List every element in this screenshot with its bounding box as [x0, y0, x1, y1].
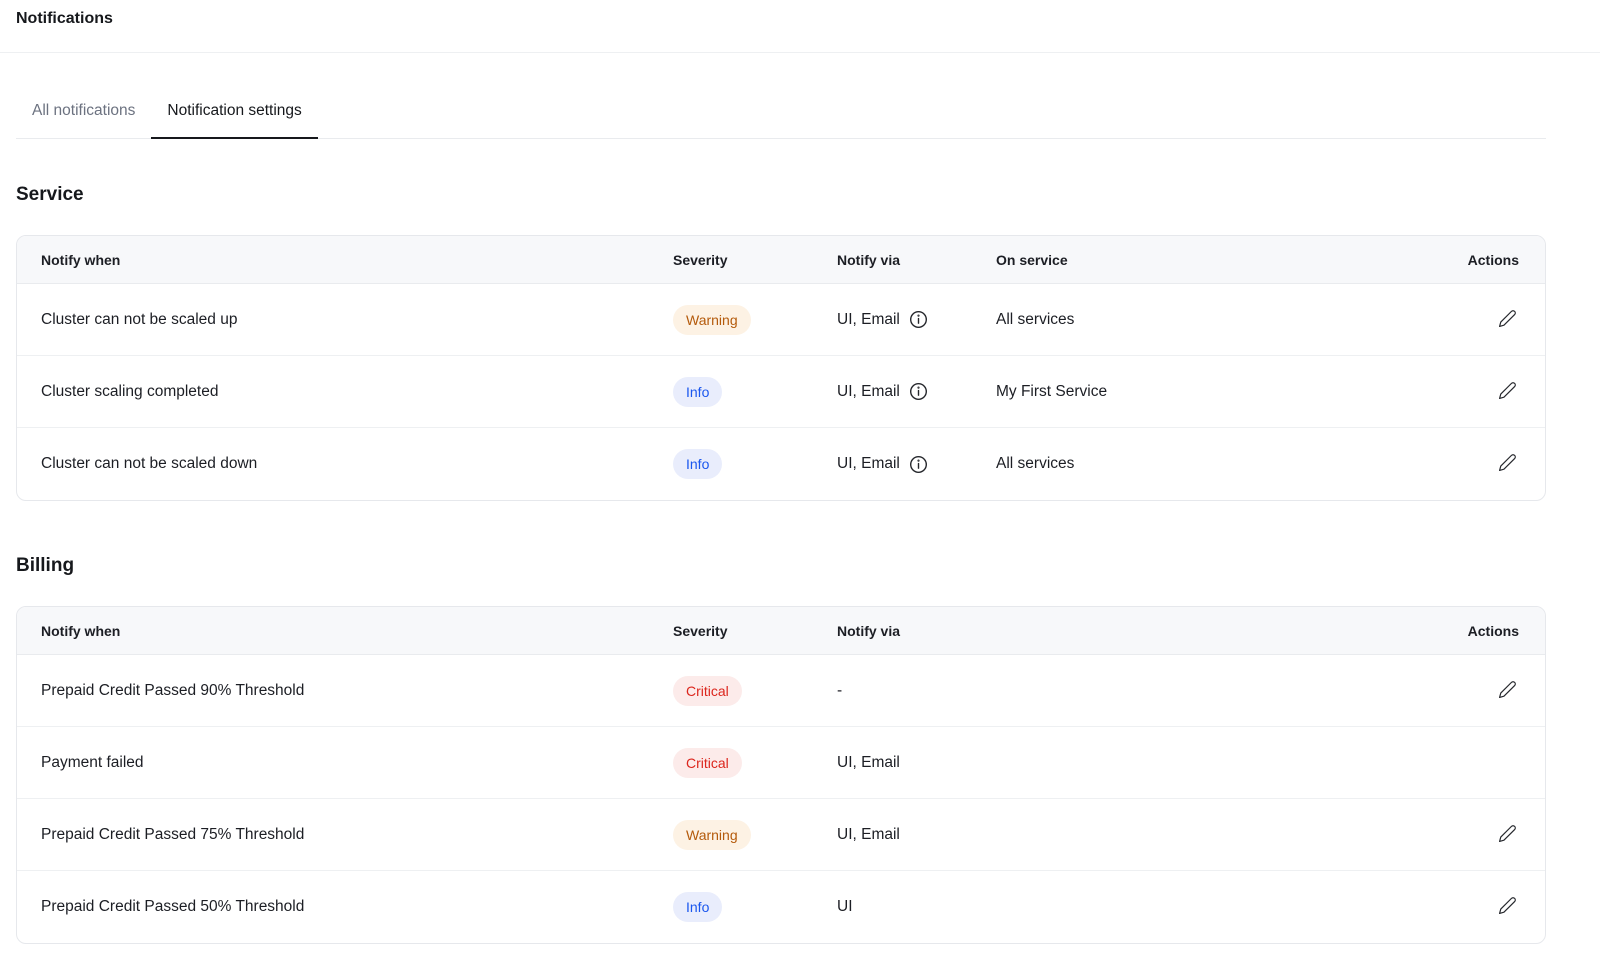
- cell-notify-via: UI, Email: [837, 382, 996, 401]
- edit-button[interactable]: [1496, 451, 1519, 474]
- section-heading: Service: [16, 183, 1546, 207]
- table-row: Payment failedCritical UI, Email: [17, 727, 1545, 799]
- notify-via-text: UI, Email: [837, 383, 900, 401]
- edit-button[interactable]: [1496, 307, 1519, 330]
- severity-badge: Critical: [673, 676, 742, 706]
- cell-severity: Info: [673, 377, 837, 407]
- info-icon[interactable]: [909, 455, 928, 474]
- notify-via-value: UI, Email: [837, 826, 900, 844]
- notifications-table: Notify whenSeverityNotify viaActionsPrep…: [16, 606, 1546, 944]
- section-service: Service Notify whenSeverityNotify viaOn …: [0, 183, 1600, 501]
- cell-notify-when: Cluster can not be scaled down: [41, 455, 673, 473]
- notify-via-text: UI: [837, 898, 853, 916]
- pencil-icon: [1498, 453, 1517, 472]
- tab-all-notifications[interactable]: All notifications: [16, 90, 151, 139]
- notify-via-value: UI, Email: [837, 382, 928, 401]
- edit-button[interactable]: [1496, 379, 1519, 402]
- column-header-notify-via: Notify via: [837, 252, 996, 268]
- page-title: Notifications: [16, 8, 1584, 30]
- table-row: Cluster can not be scaled downInfo UI, Em…: [17, 428, 1545, 500]
- page-header: Notifications: [0, 0, 1600, 53]
- severity-badge: Info: [673, 449, 722, 479]
- section-billing: Billing Notify whenSeverityNotify viaAct…: [0, 554, 1600, 944]
- cell-notify-when: Cluster scaling completed: [41, 383, 673, 401]
- edit-button[interactable]: [1496, 822, 1519, 845]
- notify-via-value: UI, Email: [837, 754, 900, 772]
- notification-settings-content: Service Notify whenSeverityNotify viaOn …: [0, 183, 1600, 944]
- notify-via-text: UI, Email: [837, 455, 900, 473]
- notify-via-text: UI, Email: [837, 826, 900, 844]
- table-row: Prepaid Credit Passed 90% ThresholdCriti…: [17, 655, 1545, 727]
- notify-via-value: UI: [837, 898, 853, 916]
- cell-notify-via: UI, Email: [837, 754, 1439, 772]
- table-header-row: Notify whenSeverityNotify viaOn serviceA…: [17, 236, 1545, 284]
- notifications-table: Notify whenSeverityNotify viaOn serviceA…: [16, 235, 1546, 501]
- cell-severity: Critical: [673, 748, 837, 778]
- info-icon[interactable]: [909, 310, 928, 329]
- edit-button[interactable]: [1496, 678, 1519, 701]
- column-header-actions: Actions: [1439, 252, 1519, 268]
- severity-badge: Warning: [673, 820, 751, 850]
- cell-on-service: All services: [996, 311, 1439, 329]
- cell-actions: [1439, 678, 1519, 704]
- column-header-severity: Severity: [673, 623, 837, 639]
- cell-actions: [1439, 451, 1519, 477]
- cell-notify-when: Prepaid Credit Passed 90% Threshold: [41, 682, 673, 700]
- notify-via-text: -: [837, 682, 842, 700]
- pencil-icon: [1498, 824, 1517, 843]
- tab-notification-settings[interactable]: Notification settings: [151, 90, 317, 139]
- cell-on-service: All services: [996, 455, 1439, 473]
- cell-severity: Warning: [673, 305, 837, 335]
- notify-via-text: UI, Email: [837, 754, 900, 772]
- severity-badge: Warning: [673, 305, 751, 335]
- column-header-actions: Actions: [1439, 623, 1519, 639]
- section-heading: Billing: [16, 554, 1546, 578]
- cell-on-service: My First Service: [996, 383, 1439, 401]
- cell-notify-when: Cluster can not be scaled up: [41, 311, 673, 329]
- notify-via-value: -: [837, 682, 842, 700]
- pencil-icon: [1498, 896, 1517, 915]
- cell-notify-when: Payment failed: [41, 754, 673, 772]
- cell-notify-when: Prepaid Credit Passed 50% Threshold: [41, 898, 673, 916]
- pencil-icon: [1498, 680, 1517, 699]
- cell-severity: Info: [673, 449, 837, 479]
- cell-actions: [1439, 307, 1519, 333]
- notify-via-text: UI, Email: [837, 311, 900, 329]
- column-header-severity: Severity: [673, 252, 837, 268]
- table-row: Cluster scaling completedInfo UI, Email My…: [17, 356, 1545, 428]
- cell-notify-via: UI, Email: [837, 455, 996, 474]
- pencil-icon: [1498, 309, 1517, 328]
- cell-notify-via: UI: [837, 898, 1439, 916]
- column-header-notify-when: Notify when: [41, 623, 673, 639]
- table-row: Prepaid Credit Passed 75% ThresholdWarni…: [17, 799, 1545, 871]
- severity-badge: Critical: [673, 748, 742, 778]
- cell-notify-via: -: [837, 682, 1439, 700]
- column-header-notify-via: Notify via: [837, 623, 1439, 639]
- notify-via-value: UI, Email: [837, 310, 928, 329]
- table-row: Cluster can not be scaled upWarning UI, E…: [17, 284, 1545, 356]
- severity-badge: Info: [673, 377, 722, 407]
- cell-severity: Info: [673, 892, 837, 922]
- severity-badge: Info: [673, 892, 722, 922]
- cell-severity: Warning: [673, 820, 837, 850]
- cell-actions: [1439, 894, 1519, 920]
- edit-button[interactable]: [1496, 894, 1519, 917]
- table-header-row: Notify whenSeverityNotify viaActions: [17, 607, 1545, 655]
- column-header-notify-when: Notify when: [41, 252, 673, 268]
- cell-notify-via: UI, Email: [837, 826, 1439, 844]
- cell-notify-when: Prepaid Credit Passed 75% Threshold: [41, 826, 673, 844]
- cell-notify-via: UI, Email: [837, 310, 996, 329]
- tab-bar: All notificationsNotification settings: [16, 90, 1546, 139]
- cell-actions: [1439, 379, 1519, 405]
- pencil-icon: [1498, 381, 1517, 400]
- cell-actions: [1439, 822, 1519, 848]
- column-header-on-service: On service: [996, 252, 1439, 268]
- cell-severity: Critical: [673, 676, 837, 706]
- info-icon[interactable]: [909, 382, 928, 401]
- notify-via-value: UI, Email: [837, 455, 928, 474]
- table-row: Prepaid Credit Passed 50% ThresholdInfo U…: [17, 871, 1545, 943]
